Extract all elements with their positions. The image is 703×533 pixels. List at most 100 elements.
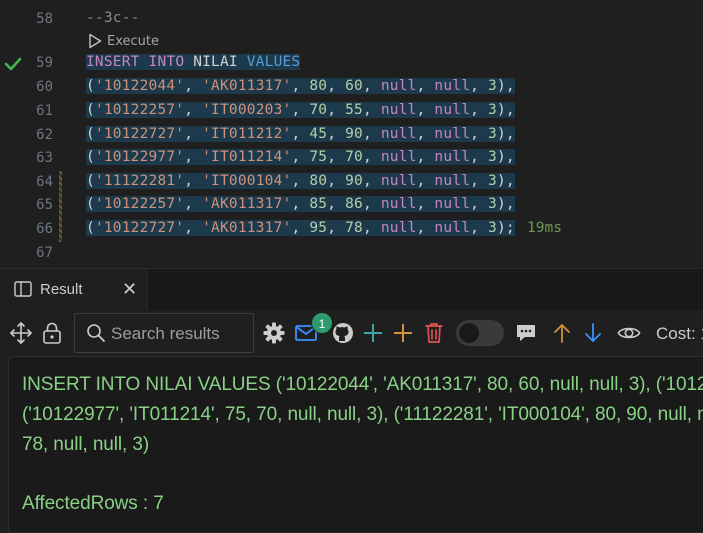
code-line[interactable]: 61 ('10122257', 'IT000203', 70, 55, null,… (0, 100, 703, 124)
code-token: NILAI (184, 54, 247, 70)
code-text: ('11122281', 'IT000104', 80, 90, null, n… (86, 173, 515, 189)
gear-icon[interactable] (262, 321, 286, 345)
code-token: , (184, 220, 203, 236)
code-token: , (416, 173, 435, 189)
close-icon[interactable]: ✕ (122, 279, 137, 299)
code-editor[interactable]: Execute 57 58 --3c-- 59INSERT INTO NILAI VA… (0, 0, 703, 268)
code-token: ), (496, 173, 515, 189)
code-token: ( (86, 102, 95, 118)
code-token: null (380, 102, 417, 118)
modified-line-marker (59, 194, 62, 218)
comment-icon[interactable] (514, 321, 538, 345)
eye-icon[interactable] (617, 321, 641, 345)
code-line[interactable]: 58 --3c-- (0, 8, 703, 32)
code-line[interactable]: 57 (0, 0, 703, 6)
code-text: INSERT INTO NILAI VALUES (86, 54, 301, 70)
code-token: 70 (309, 102, 328, 118)
add-row-icon[interactable] (361, 321, 385, 345)
code-line[interactable]: 64 ('11122281', 'IT000104', 80, 90, null,… (0, 171, 703, 195)
code-token: 70 (345, 149, 363, 165)
code-token: , (362, 149, 381, 165)
code-token: , (362, 220, 381, 236)
code-token: null (380, 220, 417, 236)
code-token: ( (86, 78, 95, 94)
code-token: 55 (345, 102, 363, 118)
search-input[interactable] (111, 323, 247, 345)
tab-result[interactable]: Result ✕ (0, 269, 148, 311)
code-line[interactable]: 67 (0, 242, 703, 266)
code-token: , (184, 126, 203, 142)
code-token: 3 (488, 126, 497, 142)
code-token: , (470, 173, 489, 189)
code-token: 'IT011212' (202, 126, 292, 142)
play-icon (89, 33, 102, 49)
code-text: ('10122257', 'IT000203', 70, 55, null, n… (86, 102, 515, 118)
line-number: 62 (36, 127, 53, 143)
code-token: null (434, 102, 471, 118)
code-token: 75 (309, 149, 328, 165)
code-token: , (291, 196, 310, 212)
code-token: 78 (345, 220, 363, 236)
code-token: , (291, 173, 310, 189)
code-token: null (434, 149, 471, 165)
code-token: ( (86, 220, 95, 236)
code-line[interactable]: 60 ('10122044', 'AK011317', 80, 60, null,… (0, 76, 703, 100)
code-token: , (416, 126, 435, 142)
trash-icon[interactable] (422, 321, 446, 345)
execution-time: 19ms (527, 220, 562, 236)
code-line[interactable]: 63 ('10122977', 'IT011214', 75, 70, null,… (0, 147, 703, 171)
code-token: null (434, 126, 471, 142)
code-line[interactable]: 62 ('10122727', 'IT011212', 45, 90, null,… (0, 124, 703, 148)
code-text: --3c-- (86, 10, 140, 26)
code-token: , (470, 220, 489, 236)
code-text: ('10122727', 'AK011317', 95, 78, null, n… (86, 220, 515, 236)
line-number: 58 (36, 11, 53, 27)
code-token: , (327, 173, 346, 189)
search-results-field[interactable] (74, 313, 254, 353)
affected-rows: AffectedRows : 7 (22, 493, 164, 514)
code-token: , (362, 173, 381, 189)
codelens-execute[interactable]: Execute (88, 31, 159, 51)
code-token: null (434, 220, 471, 236)
code-token: null (380, 196, 417, 212)
result-text-line: INSERT INTO NILAI VALUES ('10122044', 'A… (22, 374, 703, 395)
code-token: 'IT011214' (202, 149, 292, 165)
arrow-down-icon[interactable] (581, 321, 605, 345)
code-token: , (327, 78, 346, 94)
code-token: , (470, 196, 489, 212)
code-token: null (380, 173, 417, 189)
code-token: ), (496, 196, 515, 212)
arrow-up-icon[interactable] (550, 321, 574, 345)
code-token: 90 (345, 173, 363, 189)
github-icon[interactable] (331, 321, 355, 345)
move-icon[interactable] (9, 321, 33, 345)
code-token: null (380, 149, 417, 165)
result-toolbar (0, 310, 703, 356)
code-token: ( (86, 173, 95, 189)
lock-icon[interactable] (40, 321, 64, 345)
code-token: ), (496, 102, 515, 118)
code-line[interactable]: 59 INSERT INTO NILAI VALUES (0, 52, 703, 76)
line-number: 61 (36, 103, 53, 119)
modified-line-marker (59, 171, 62, 195)
code-token: 95 (309, 220, 328, 236)
add-column-icon[interactable] (391, 321, 415, 345)
toggle-switch[interactable] (456, 320, 504, 346)
code-token: , (470, 102, 489, 118)
code-token: , (184, 196, 203, 212)
result-text-line: 78, null, null, 3) (22, 434, 150, 455)
code-token: 86 (345, 196, 363, 212)
modified-line-marker (59, 218, 62, 242)
code-text: ('10122977', 'IT011214', 75, 70, null, n… (86, 149, 515, 165)
code-token: null (434, 196, 471, 212)
code-token: '11122281' (94, 173, 185, 189)
code-token: , (416, 102, 435, 118)
code-token: , (327, 102, 346, 118)
code-line[interactable]: 66 ('10122727', 'AK011317', 95, 78, null,… (0, 218, 703, 242)
code-token: 45 (309, 126, 328, 142)
code-token: 3 (488, 78, 497, 94)
code-token: , (327, 149, 346, 165)
code-line[interactable]: 65 ('10122257', 'AK011317', 85, 86, null,… (0, 194, 703, 218)
line-number: 60 (36, 79, 53, 95)
